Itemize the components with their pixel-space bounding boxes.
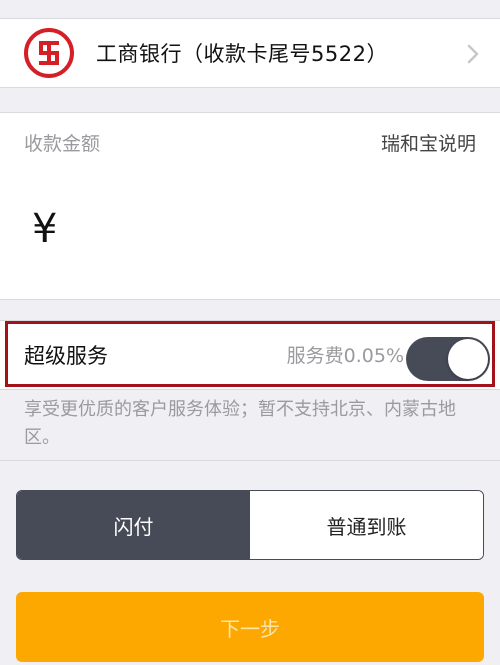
segment-normal-arrival[interactable]: 普通到账 — [250, 491, 483, 559]
next-step-button[interactable]: 下一步 — [16, 592, 484, 662]
amount-label: 收款金额 — [24, 133, 101, 155]
bank-name: 工商银行（收款卡尾号5522） — [96, 42, 388, 66]
toggle-knob — [448, 339, 488, 379]
amount-card: 收款金额 瑞和宝说明 ¥ — [0, 112, 500, 300]
super-service-row: 超级服务 服务费0.05% — [0, 320, 500, 390]
chevron-right-icon — [467, 44, 479, 64]
top-spacer — [0, 0, 500, 18]
service-fee-text: 服务费0.05% — [286, 345, 404, 367]
super-service-toggle[interactable] — [406, 337, 490, 381]
bank-card-selector[interactable]: 工商银行（收款卡尾号5522） — [0, 18, 500, 88]
divider — [0, 460, 500, 461]
ruihebao-info-link[interactable]: 瑞和宝说明 — [381, 130, 476, 158]
icbc-logo-icon — [24, 28, 74, 78]
segment-instant-pay[interactable]: 闪付 — [17, 491, 250, 559]
payment-mode-segment: 闪付 普通到账 — [16, 490, 484, 560]
service-note: 享受更优质的客户服务体验；暂不支持北京、内蒙古地区。 — [24, 399, 456, 448]
super-service-label: 超级服务 — [24, 344, 108, 368]
amount-input[interactable]: ¥ — [32, 205, 57, 253]
